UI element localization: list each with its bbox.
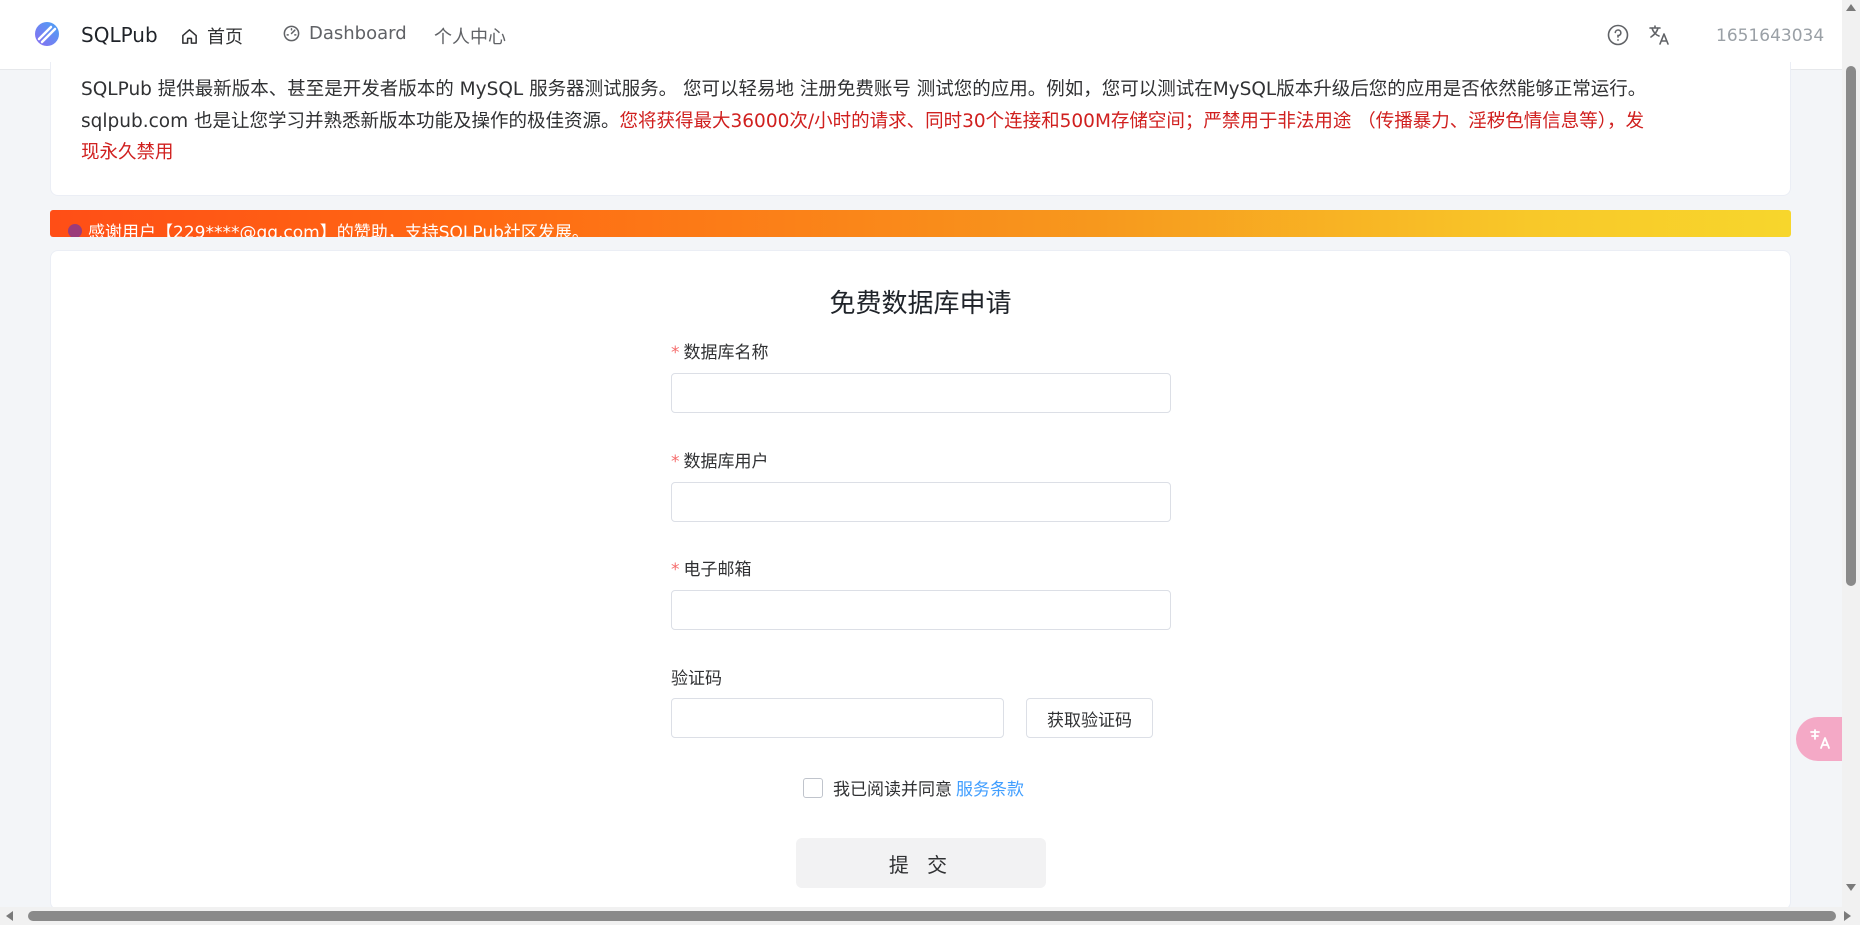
required-mark: *: [671, 343, 680, 363]
user-id[interactable]: 1651643034: [1716, 26, 1824, 46]
scroll-left-arrow-icon[interactable]: [6, 911, 13, 921]
brand-name[interactable]: SQLPub: [81, 23, 158, 47]
db-user-label-text: 数据库用户: [683, 452, 769, 472]
nav-dashboard[interactable]: Dashboard: [282, 23, 407, 44]
intro-warning-text: 您将获得最大36000次/小时的请求、同时30个连接和500M存储空间；严禁用于…: [619, 110, 1645, 132]
language-translate-icon[interactable]: [1647, 23, 1671, 47]
nav-home-label: 首页: [207, 27, 243, 48]
intro-line-2-normal: sqlpub.com 也是让您学习并熟悉新版本功能及操作的极佳资源。: [81, 110, 620, 132]
db-user-input[interactable]: [671, 482, 1171, 522]
scroll-right-arrow-icon[interactable]: [1844, 911, 1851, 921]
agree-text: 我已阅读并同意: [833, 780, 952, 800]
sponsor-banner: 感谢用户【229****@qq.com】的赞助，支持SQLPub社区发展。: [50, 210, 1791, 237]
dashboard-gauge-icon: [283, 25, 300, 42]
translate-float-button[interactable]: [1796, 717, 1844, 761]
email-label: * 电子邮箱: [671, 555, 752, 580]
db-name-label: * 数据库名称: [671, 338, 769, 363]
vertical-scroll-thumb[interactable]: [1846, 66, 1856, 586]
top-header: SQLPub 首页 Dashboard 个人中心 1651643034: [0, 0, 1842, 70]
nav-profile[interactable]: 个人中心: [434, 23, 506, 49]
service-intro-panel: SQLPub 提供最新版本、甚至是开发者版本的 MySQL 服务器测试服务。 您…: [50, 62, 1791, 196]
home-icon: [182, 28, 197, 44]
translate-icon: [1810, 729, 1830, 749]
db-user-label: * 数据库用户: [671, 447, 769, 472]
flame-icon: [65, 220, 85, 237]
sqlpub-logo-icon[interactable]: [34, 21, 60, 47]
verification-code-label: 验证码: [671, 669, 722, 689]
horizontal-scroll-thumb[interactable]: [28, 911, 1836, 921]
vertical-scrollbar[interactable]: [1842, 0, 1860, 907]
get-code-button[interactable]: 获取验证码: [1026, 698, 1153, 738]
nav-dashboard-label: Dashboard: [309, 23, 407, 44]
nav-home[interactable]: 首页: [180, 23, 243, 49]
email-label-text: 电子邮箱: [683, 560, 752, 580]
nav-profile-label: 个人中心: [434, 27, 506, 48]
db-name-input[interactable]: [671, 373, 1171, 413]
form-title: 免费数据库申请: [829, 289, 1012, 319]
db-application-form: 免费数据库申请 * 数据库名称 * 数据库用户 * 电子邮箱 验证码 获取验证码 我已…: [50, 250, 1791, 910]
agreement-row: 我已阅读并同意 服务条款: [803, 775, 1024, 800]
sponsor-message: 感谢用户【229****@qq.com】的赞助，支持SQLPub社区发展。: [65, 218, 589, 237]
intro-line-2: sqlpub.com 也是让您学习并熟悉新版本功能及操作的极佳资源。您将获得最大…: [81, 106, 1760, 138]
agree-checkbox[interactable]: [803, 777, 823, 798]
verification-code-input[interactable]: [671, 698, 1004, 738]
intro-warning-continued: 现永久禁用: [81, 142, 174, 163]
intro-line-1: SQLPub 提供最新版本、甚至是开发者版本的 MySQL 服务器测试服务。 您…: [81, 79, 1647, 100]
scroll-down-arrow-icon[interactable]: [1846, 884, 1856, 891]
db-name-label-text: 数据库名称: [683, 343, 769, 363]
sponsor-message-text: 感谢用户【229****@qq.com】的赞助，支持SQLPub社区发展。: [88, 223, 589, 237]
terms-link[interactable]: 服务条款: [956, 775, 1024, 800]
email-input[interactable]: [671, 590, 1171, 630]
submit-button[interactable]: 提 交: [796, 838, 1046, 888]
help-question-icon[interactable]: [1606, 23, 1630, 47]
required-mark: *: [671, 560, 680, 580]
horizontal-scrollbar[interactable]: [0, 907, 1860, 925]
scroll-up-arrow-icon[interactable]: [1846, 4, 1856, 11]
required-mark: *: [671, 452, 680, 472]
